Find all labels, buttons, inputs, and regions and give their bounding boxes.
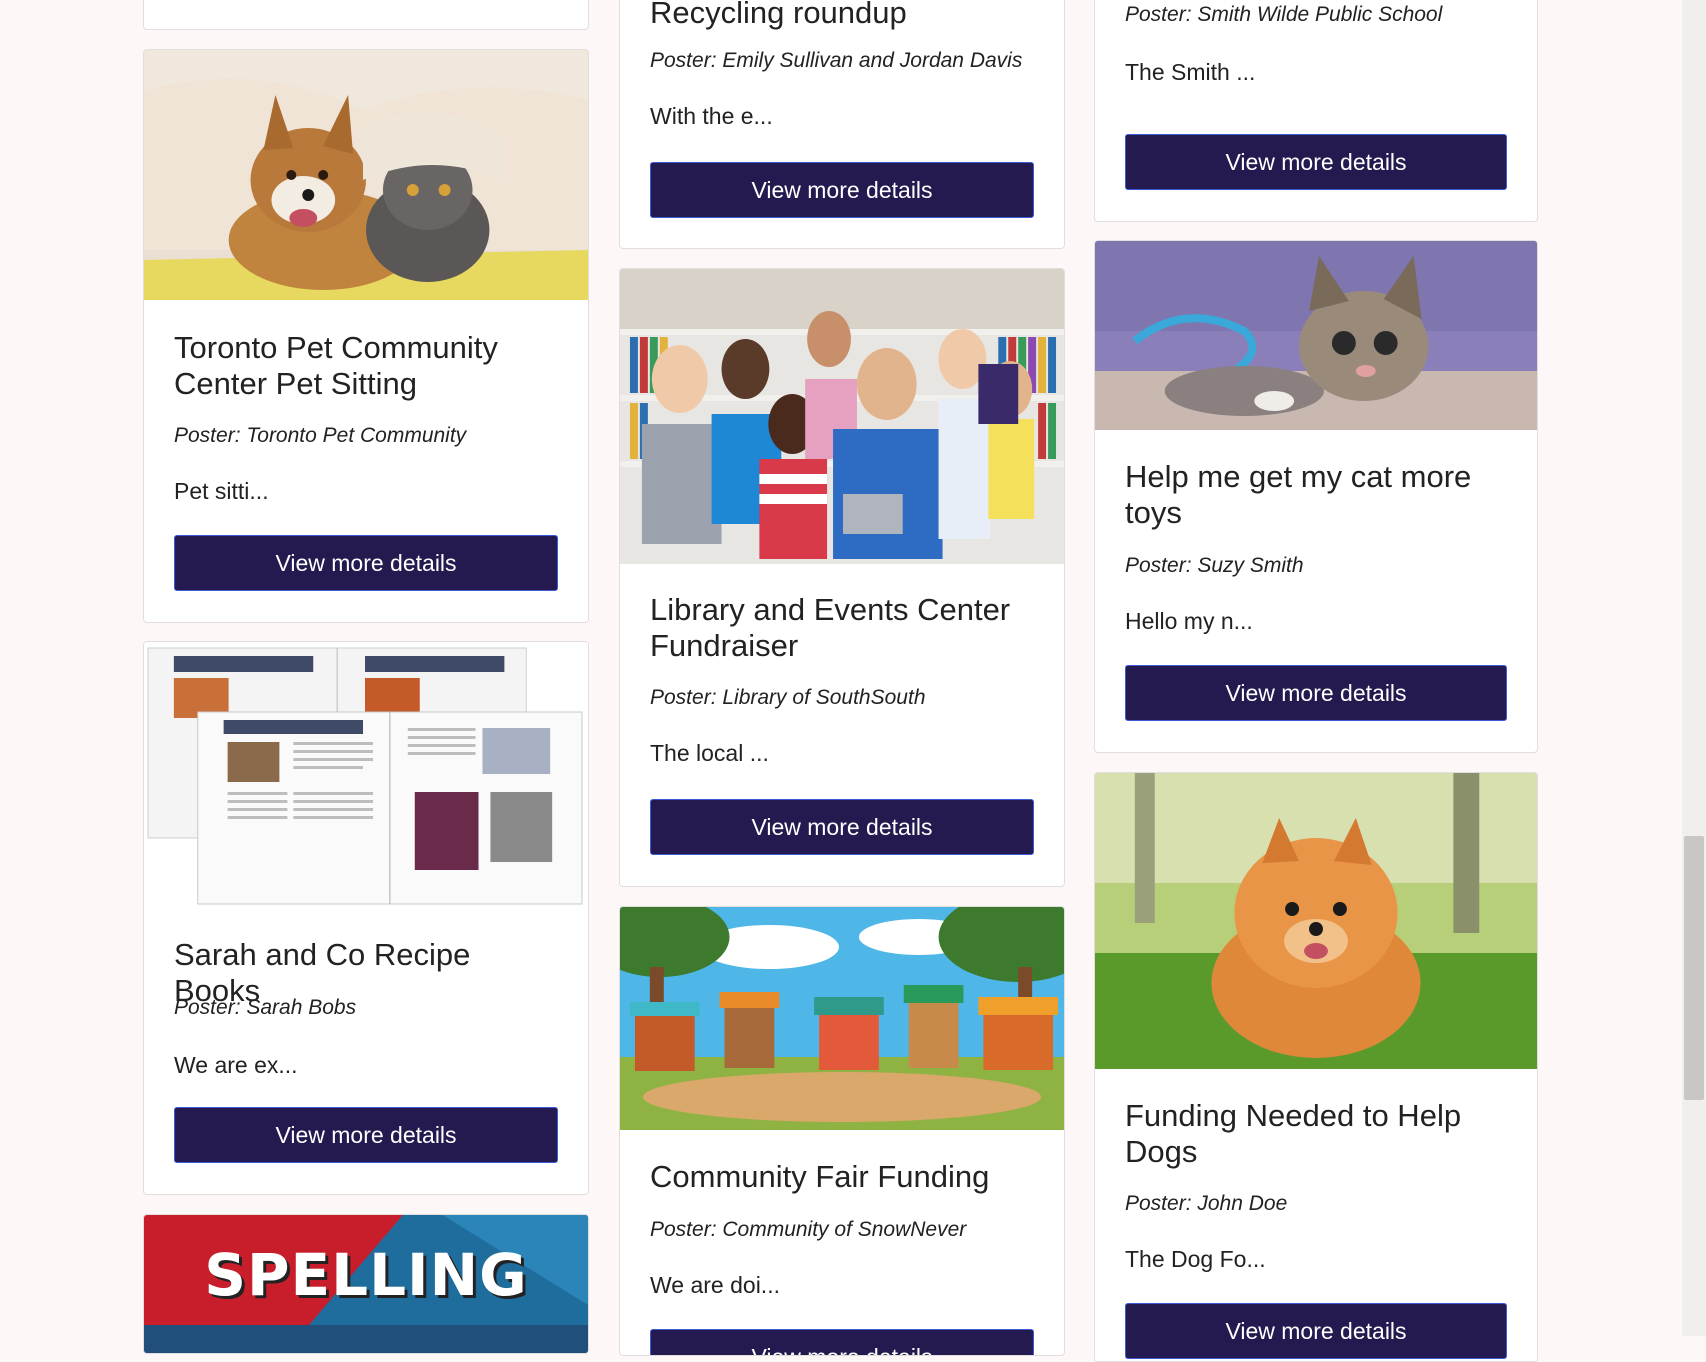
post-excerpt: The Smith ... xyxy=(1125,59,1256,85)
view-more-details-button[interactable]: View more details xyxy=(1125,134,1507,190)
post-title: Community Fair Funding xyxy=(650,1159,990,1194)
post-poster: Poster: Sarah Bobs xyxy=(174,996,357,1019)
post-card-spelling-bee: SPELLING xyxy=(143,1214,589,1354)
view-more-details-button[interactable]: View more details xyxy=(1125,1303,1507,1359)
post-card-recipe-books: Sarah and Co Recipe Books Poster: Sarah … xyxy=(143,641,589,1195)
post-poster: Poster: John Doe xyxy=(1125,1192,1288,1215)
post-excerpt: With the e... xyxy=(650,103,773,129)
post-poster: Poster: Toronto Pet Community xyxy=(174,424,467,447)
post-image-pomeranian xyxy=(1095,773,1537,1069)
post-image-kitten xyxy=(1095,241,1537,430)
post-card-pet-sitting: Toronto Pet Community Center Pet Sitting… xyxy=(143,49,589,623)
post-title: Help me get my cat more toys xyxy=(1125,459,1472,530)
post-excerpt: We are doi... xyxy=(650,1272,780,1298)
post-card-help-dogs: Funding Needed to Help Dogs Poster: John… xyxy=(1094,772,1538,1362)
post-poster: Poster: Suzy Smith xyxy=(1125,554,1304,577)
post-poster: Poster: Emily Sullivan and Jordan Davis xyxy=(650,49,1023,72)
post-excerpt: Hello my n... xyxy=(1125,608,1253,634)
post-card-cat-toys: Help me get my cat more toys Poster: Suz… xyxy=(1094,240,1538,753)
scrollbar-thumb[interactable] xyxy=(1684,836,1704,1100)
post-card-community-fair: Community Fair Funding Poster: Community… xyxy=(619,906,1065,1356)
post-title: Toronto Pet Community Center Pet Sitting xyxy=(174,330,498,401)
post-excerpt: We are ex... xyxy=(174,1052,298,1078)
view-more-details-button[interactable]: View more details xyxy=(650,162,1034,218)
spelling-bee-banner-text: SPELLING xyxy=(204,1241,528,1309)
post-poster: Poster: Library of SouthSouth xyxy=(650,686,926,709)
post-card-library-fundraiser: Library and Events Center Fundraiser Pos… xyxy=(619,268,1065,887)
post-excerpt: The local ... xyxy=(650,740,769,766)
post-image-spelling-bee: SPELLING xyxy=(144,1215,588,1353)
post-card-smith-wilde-school: Poster: Smith Wilde Public School The Sm… xyxy=(1094,0,1538,222)
view-more-details-button[interactable]: View more details xyxy=(650,799,1034,855)
post-excerpt: Pet sitti... xyxy=(174,478,269,504)
post-image-recipe-books xyxy=(144,642,588,908)
post-excerpt: The Dog Fo... xyxy=(1125,1246,1266,1272)
post-poster: Poster: Community of SnowNever xyxy=(650,1218,967,1241)
scrollbar-track[interactable] xyxy=(1682,0,1706,1336)
view-more-details-button[interactable]: View more details xyxy=(174,1107,558,1163)
post-card-recycling-roundup: Recycling roundup Poster: Emily Sullivan… xyxy=(619,0,1065,249)
post-title: Recycling roundup xyxy=(650,0,907,30)
post-image-cartoon-market xyxy=(620,907,1064,1130)
post-poster: Poster: Smith Wilde Public School xyxy=(1125,3,1443,26)
view-more-details-button[interactable]: View more details xyxy=(650,1329,1034,1355)
view-more-details-button[interactable]: View more details xyxy=(174,535,558,591)
view-more-details-button[interactable]: View more details xyxy=(1125,665,1507,721)
post-image-library-children xyxy=(620,269,1064,564)
post-card-partial-top-left xyxy=(143,0,589,30)
post-title: Library and Events Center Fundraiser xyxy=(650,592,1011,663)
post-image-dog-and-cat xyxy=(144,50,588,300)
post-title: Funding Needed to Help Dogs xyxy=(1125,1098,1462,1169)
